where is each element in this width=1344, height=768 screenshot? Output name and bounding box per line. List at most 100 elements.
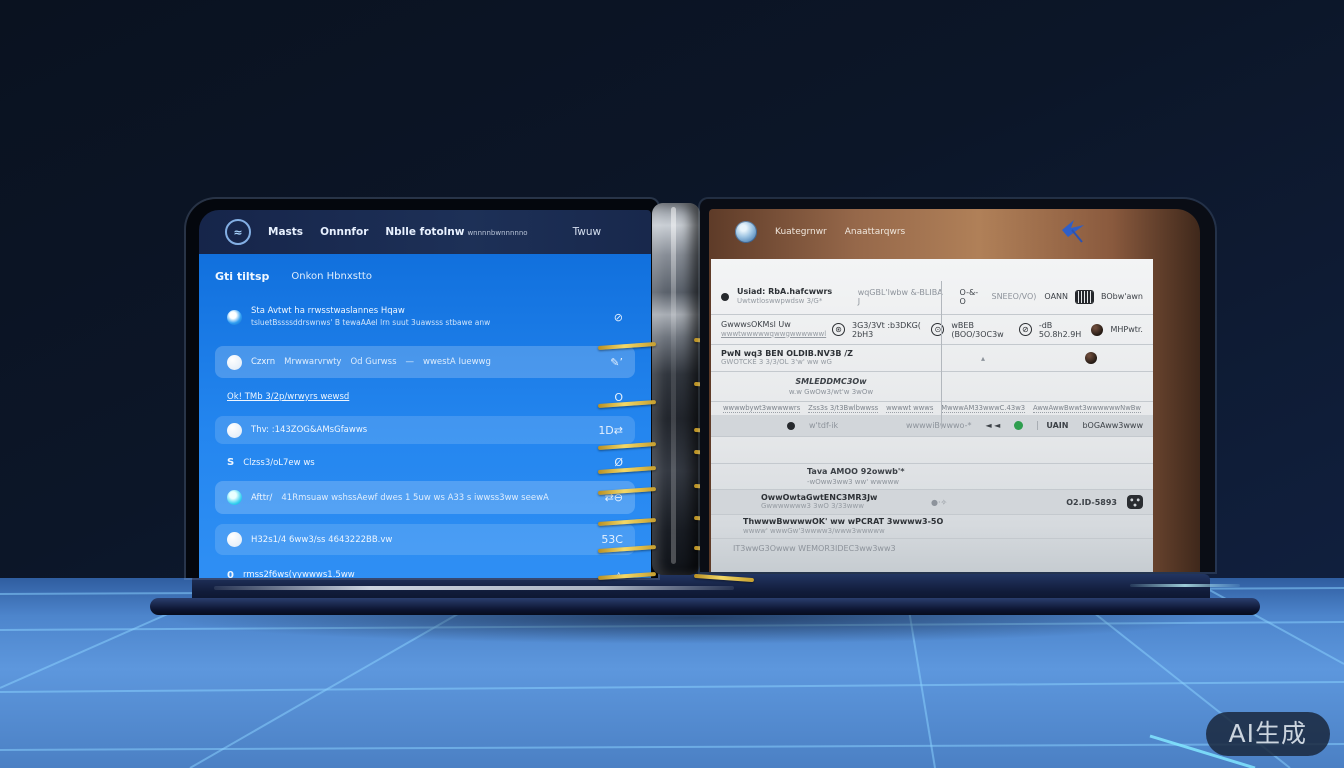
- cell-text: wqGBL'lwbw &-BLIBA J: [858, 288, 944, 306]
- row-action-icon[interactable]: Ø: [614, 456, 623, 469]
- left-subheader: Gti tiltsp Onkon Hbnxstto: [215, 264, 635, 288]
- nav-item-3[interactable]: Nblle fotolnwwnnnnbwnnnnno: [385, 226, 527, 238]
- panel-gap: [711, 437, 1153, 463]
- cell-line1: PwN wq3 BEN OLDIB.NV3B /Z: [721, 349, 881, 359]
- table-row[interactable]: w'tdf-ik wwwwiBwwwo-* ◄ ◄ UAIN bOGAww3ww…: [711, 415, 1153, 437]
- right-navbar: Kuategrnwr Anaattarqwrs: [709, 209, 1200, 255]
- table-row[interactable]: GwwwsOKMsl Uw wwwtwwwwwqwwgwwwwwwl ⊛ 3G3…: [711, 315, 1153, 345]
- item-text: Clzss3/oL7ew ws: [243, 458, 605, 468]
- list-item[interactable]: Thv: :143ZOG&AMsGfawws 1D⇄: [215, 416, 635, 444]
- right-nav-item-1[interactable]: Kuategrnwr: [775, 227, 827, 237]
- cell-line2: wwww' wwwGw'3wwww3/www3wwwww: [743, 527, 943, 537]
- table-row[interactable]: IT3wwG3Owww WEMOR3IDEC3ww3ww3: [711, 539, 1153, 557]
- item-link[interactable]: Ok! TMb 3/2p/wrwyrs wewsd: [227, 392, 605, 402]
- cell-line1: OwwOwtaGwtENC3MR3Jw: [761, 493, 921, 503]
- cell-line2: wwwtwwwwwqwwgwwwwwwl: [721, 330, 825, 340]
- sphere-icon: [1091, 324, 1103, 336]
- barcode-icon: [1076, 291, 1093, 303]
- cell-value: bOGAww3www: [1082, 421, 1143, 430]
- left-content: Gti tiltsp Onkon Hbnxstto Sta Avtwt ha r…: [199, 254, 651, 578]
- subheader-tab-2[interactable]: Onkon Hbnxstto: [291, 271, 372, 282]
- cell-text: GwwwsOKMsl Uw wwwtwwwwwqwwgwwwwwwl: [721, 320, 825, 339]
- item-avatar-icon: [227, 310, 242, 325]
- device-base-slot-highlight: [214, 586, 734, 590]
- nav-item-1[interactable]: Masts: [268, 226, 303, 238]
- table-row[interactable]: SMLEDDMC3Ow w.w GwOw3/wt'w 3wOw: [711, 372, 1153, 402]
- cell-value: wwwwiBwwwo-*: [906, 421, 971, 430]
- bullet-icon: [721, 293, 729, 301]
- right-screen: Kuategrnwr Anaattarqwrs Usiad: RbA.hafcw…: [709, 209, 1200, 572]
- table-row[interactable]: PwN wq3 BEN OLDIB.NV3B /Z GWOTCKE 3 3/3/…: [711, 345, 1153, 372]
- cell-value: -dB 5O.8h2.9H: [1039, 321, 1085, 339]
- row-action-icon[interactable]: 1D⇄: [598, 424, 623, 437]
- table-header-row: wwwwbywt3wwwwwrs Zss3s 3/t3Bwlbwwss wwww…: [711, 402, 1153, 415]
- table-row[interactable]: Tava AMOO 92owwb'* -wOww3ww3 ww' wwwww: [711, 463, 1153, 490]
- left-navbar: ≈ Masts Onnnfor Nblle fotolnwwnnnnbwnnnn…: [199, 210, 651, 254]
- item-avatar-icon: [227, 423, 242, 438]
- table-row[interactable]: Usiad: RbA.hafcwwrs Uwtwtloswwpwdsw 3/G*…: [711, 279, 1153, 315]
- cell-value: UAIN: [1037, 421, 1068, 430]
- device-base-lip: [150, 598, 1260, 615]
- item-text: H32s1/4 6ww3/ss 4643222BB.vw: [251, 535, 592, 545]
- list-item[interactable]: Sta Avtwt ha rrwsstwaslannes Hqaw tsluet…: [215, 294, 635, 340]
- fan-icon: ⊛: [832, 323, 845, 336]
- cell-line1: Usiad: RbA.hafcwwrs: [737, 287, 850, 297]
- subheader-tab-1[interactable]: Gti tiltsp: [215, 270, 269, 283]
- nav-item-3-label: Nblle fotolnw: [385, 226, 464, 238]
- right-nav-item-2[interactable]: Anaattarqwrs: [845, 227, 905, 237]
- rendered-scene: ≈ Masts Onnnfor Nblle fotolnwwnnnnbwnnnn…: [0, 0, 1344, 768]
- item-label: Afttr/: [251, 493, 272, 503]
- globe-icon[interactable]: [735, 221, 757, 243]
- fan-glyph: ⊛: [835, 325, 842, 334]
- left-screen: ≈ Masts Onnnfor Nblle fotolnwwnnnnbwnnnn…: [199, 210, 651, 578]
- row-action-icon[interactable]: 53C: [601, 533, 623, 546]
- table-row[interactable]: OwwOwtaGwtENC3MR3Jw Gwwwwwww3 3wO 3/33ww…: [711, 490, 1153, 515]
- list-item[interactable]: Ok! TMb 3/2p/wrwyrs wewsd O: [215, 384, 635, 410]
- item-segment: Od Gurwss: [350, 357, 396, 367]
- slash-glyph: ⊘: [1022, 325, 1029, 334]
- item-text-line2: tsluetBssssddrswnws' B tewaAAel lrn suut…: [251, 317, 605, 328]
- sphere-icon: [1085, 352, 1097, 364]
- column-header[interactable]: wwwwt wwws: [886, 404, 933, 413]
- ai-generated-watermark: AI生成: [1206, 712, 1330, 756]
- cell-value: O2.ID-5893: [1066, 498, 1117, 507]
- cell-marker: ▴: [889, 354, 1077, 363]
- right-screen-bezel: Kuategrnwr Anaattarqwrs Usiad: RbA.hafcw…: [700, 199, 1215, 572]
- list-item[interactable]: Afttr/ 41Rmsuaw wshssAewf dwes 1 5uw ws …: [215, 481, 635, 514]
- cell-line1: SMLEDDMC3Ow: [721, 377, 941, 387]
- nav-item-2[interactable]: Onnnfor: [320, 226, 368, 238]
- panel-column-divider: [941, 281, 942, 429]
- cell-value: O-&-O: [960, 288, 984, 306]
- column-header[interactable]: Zss3s 3/t3Bwlbwwss: [808, 404, 878, 413]
- app-logo-icon[interactable]: ≈: [225, 219, 251, 245]
- cell-line2: Uwtwtloswwpwdsw 3/G*: [737, 297, 850, 307]
- nav-item-3-suffix: wnnnnbwnnnnno: [467, 229, 527, 237]
- item-avatar-icon: [227, 355, 242, 370]
- item-label: Czxrn: [251, 357, 275, 367]
- item-label: S: [227, 457, 234, 468]
- list-item[interactable]: S Clzss3/oL7ew ws Ø: [215, 450, 635, 475]
- table-row[interactable]: ThwwwBwwwwOK' ww wPCRAT 3wwww3-5O wwww' …: [711, 515, 1153, 539]
- row-action-icon[interactable]: ⊘: [614, 311, 623, 324]
- cell-text: OwwOwtaGwtENC3MR3Jw Gwwwwwww3 3wO 3/33ww…: [721, 493, 921, 512]
- clock-icon: ⊙: [931, 323, 944, 336]
- cell-text: Tava AMOO 92owwb'* -wOww3ww3 ww' wwwww: [721, 467, 1107, 487]
- arrows-icon: ◄ ◄: [985, 421, 1000, 430]
- left-screen-bezel: ≈ Masts Onnnfor Nblle fotolnwwnnnnbwnnnn…: [186, 199, 658, 578]
- binder-hinge: [652, 203, 700, 575]
- item-text: rmss2f6ws(yywwws1.5ww: [243, 570, 606, 578]
- bird-icon[interactable]: [1058, 218, 1088, 247]
- device-base-slot-highlight-right: [1130, 584, 1240, 587]
- item-segment: wwestA Iuewwg: [423, 357, 491, 367]
- cell-value: BObw'awn: [1101, 292, 1143, 301]
- list-item[interactable]: 0 rmss2f6ws(yywwws1.5ww △: [215, 561, 635, 578]
- row-edit-icon[interactable]: ✎ʼ: [610, 356, 623, 369]
- list-item[interactable]: H32s1/4 6ww3/ss 4643222BB.vw 53C: [215, 524, 635, 555]
- column-header[interactable]: MwwwAM33wwwC.43w3: [941, 404, 1025, 413]
- nav-item-4[interactable]: Twuw: [573, 226, 602, 238]
- chip-icon[interactable]: [1127, 495, 1143, 509]
- column-header[interactable]: wwwwbywt3wwwwwrs: [723, 404, 800, 413]
- column-header[interactable]: AwwAwwBwwt3wwwwwwNwBw: [1033, 404, 1141, 413]
- list-item[interactable]: Czxrn Mrwwarvrwty Od Gurwss — wwestA Iue…: [215, 346, 635, 378]
- cell-line2: -wOww3ww3 ww' wwwww: [807, 477, 1107, 487]
